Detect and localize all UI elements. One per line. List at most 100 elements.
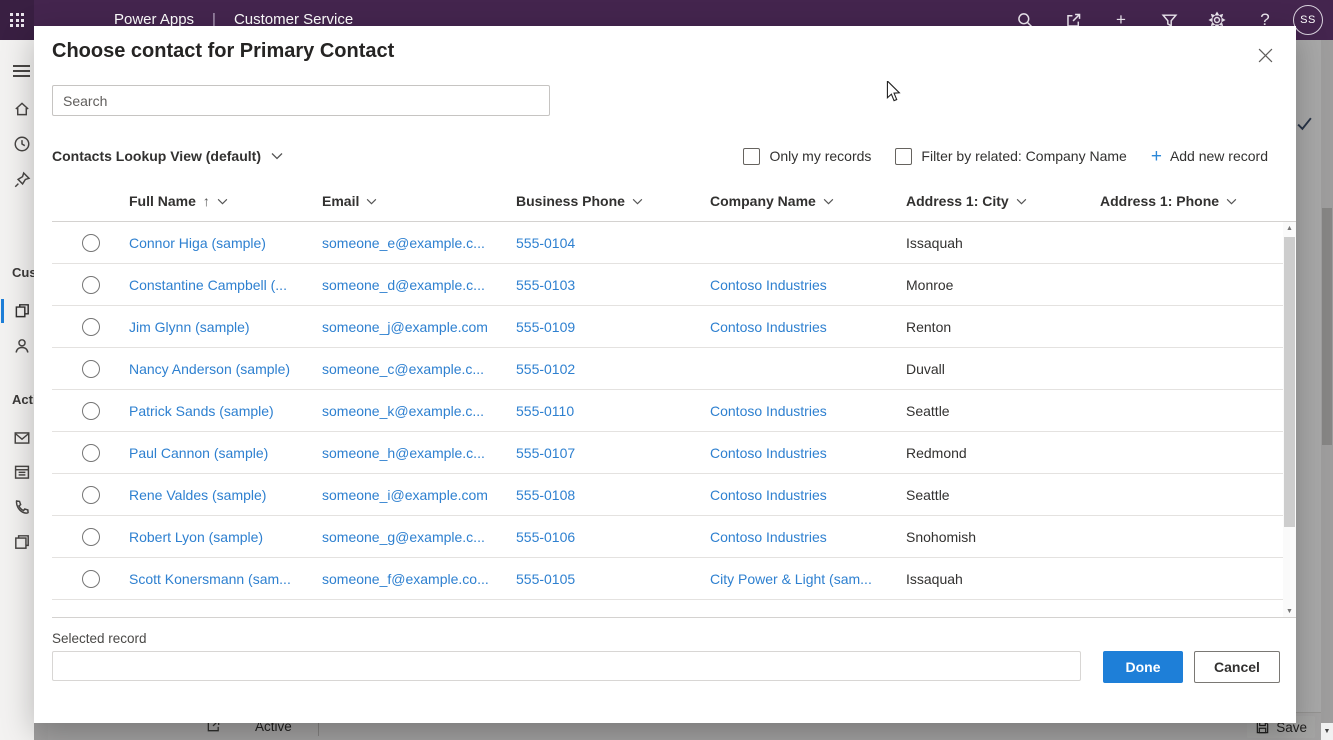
email-link[interactable]: someone_k@example.c... — [322, 403, 516, 419]
done-button[interactable]: Done — [1103, 651, 1183, 683]
cancel-button[interactable]: Cancel — [1194, 651, 1280, 683]
chevron-down-icon[interactable] — [632, 198, 643, 205]
full-name-link[interactable]: Patrick Sands (sample) — [129, 403, 322, 419]
email-link[interactable]: someone_h@example.c... — [322, 445, 516, 461]
chevron-down-icon[interactable] — [823, 198, 834, 205]
sort-ascending-icon: ↑ — [203, 193, 210, 209]
column-header[interactable]: Address 1: City — [906, 193, 1100, 209]
email-link[interactable]: someone_f@example.co... — [322, 571, 516, 587]
user-avatar[interactable]: SS — [1293, 5, 1323, 35]
business-phone-link[interactable]: 555-0103 — [516, 277, 710, 293]
city-text: Monroe — [906, 277, 1100, 293]
email-link[interactable]: someone_i@example.com — [322, 487, 516, 503]
selected-record-label: Selected record — [52, 631, 147, 646]
chevron-down-icon — [271, 152, 283, 160]
table-body: Connor Higa (sample) someone_e@example.c… — [52, 222, 1296, 618]
grid-scroll-down-arrow[interactable]: ▼ — [1283, 608, 1296, 615]
business-phone-link[interactable]: 555-0102 — [516, 361, 710, 377]
full-name-link[interactable]: Connor Higa (sample) — [129, 235, 322, 251]
only-my-records-checkbox[interactable]: Only my records — [743, 148, 871, 165]
row-radio-button[interactable] — [82, 276, 100, 294]
column-header[interactable]: Business Phone — [516, 193, 710, 209]
add-new-record-button[interactable]: + Add new record — [1151, 147, 1268, 166]
filter-by-related-checkbox[interactable]: Filter by related: Company Name — [895, 148, 1126, 165]
column-header[interactable]: Company Name — [710, 193, 906, 209]
dialog-title: Choose contact for Primary Contact — [52, 40, 394, 63]
page-scroll-down-arrow: ▼ — [1321, 723, 1333, 740]
city-text: Issaquah — [906, 571, 1100, 587]
row-radio-button[interactable] — [82, 234, 100, 252]
email-link[interactable]: someone_c@example.c... — [322, 361, 516, 377]
column-header[interactable]: Email — [322, 193, 516, 209]
grid-scrollbar-thumb[interactable] — [1284, 237, 1295, 527]
business-phone-link[interactable]: 555-0110 — [516, 403, 710, 419]
app-launcher-icon[interactable] — [0, 0, 34, 40]
city-text: Issaquah — [906, 235, 1100, 251]
column-header[interactable]: Full Name ↑ — [129, 193, 322, 209]
company-name-link[interactable]: Contoso Industries — [710, 487, 906, 503]
city-text: Snohomish — [906, 529, 1100, 545]
business-phone-link[interactable]: 555-0109 — [516, 319, 710, 335]
company-name-link[interactable]: City Power & Light (sam... — [710, 571, 906, 587]
city-text: Redmond — [906, 445, 1100, 461]
row-radio-button[interactable] — [82, 570, 100, 588]
chevron-down-icon[interactable] — [1016, 198, 1027, 205]
row-radio-button[interactable] — [82, 528, 100, 546]
full-name-link[interactable]: Paul Cannon (sample) — [129, 445, 322, 461]
search-input[interactable] — [52, 85, 550, 116]
table-header-row: Full Name ↑ Email Business Phone Company… — [52, 181, 1296, 222]
full-name-link[interactable]: Nancy Anderson (sample) — [129, 361, 322, 377]
lookup-results-grid: Full Name ↑ Email Business Phone Company… — [52, 181, 1296, 618]
grid-scroll-up-arrow[interactable]: ▲ — [1283, 225, 1296, 232]
row-radio-button[interactable] — [82, 318, 100, 336]
table-row[interactable]: Patrick Sands (sample) someone_k@example… — [52, 390, 1296, 432]
column-header[interactable]: Address 1: Phone — [1100, 193, 1296, 209]
chevron-down-icon[interactable] — [217, 198, 228, 205]
full-name-link[interactable]: Scott Konersmann (sam... — [129, 571, 322, 587]
company-name-link[interactable]: Contoso Industries — [710, 529, 906, 545]
city-text: Seattle — [906, 403, 1100, 419]
company-name-link[interactable]: Contoso Industries — [710, 277, 906, 293]
business-phone-link[interactable]: 555-0105 — [516, 571, 710, 587]
plus-icon: + — [1151, 147, 1162, 166]
table-row[interactable]: Paul Cannon (sample) someone_h@example.c… — [52, 432, 1296, 474]
full-name-link[interactable]: Rene Valdes (sample) — [129, 487, 322, 503]
city-text: Seattle — [906, 487, 1100, 503]
email-link[interactable]: someone_j@example.com — [322, 319, 516, 335]
chevron-down-icon[interactable] — [366, 198, 377, 205]
selected-record-input[interactable] — [52, 651, 1081, 681]
company-name-link[interactable]: Contoso Industries — [710, 403, 906, 419]
row-radio-button[interactable] — [82, 402, 100, 420]
table-row[interactable]: Nancy Anderson (sample) someone_c@exampl… — [52, 348, 1296, 390]
row-radio-button[interactable] — [82, 360, 100, 378]
checkbox-box[interactable] — [743, 148, 760, 165]
business-phone-link[interactable]: 555-0107 — [516, 445, 710, 461]
company-name-link[interactable]: Contoso Industries — [710, 319, 906, 335]
business-phone-link[interactable]: 555-0108 — [516, 487, 710, 503]
close-icon[interactable] — [1254, 44, 1276, 66]
email-link[interactable]: someone_e@example.c... — [322, 235, 516, 251]
lookup-dialog: Choose contact for Primary Contact Conta… — [34, 26, 1296, 723]
selected-indicator — [1, 299, 4, 323]
row-radio-button[interactable] — [82, 486, 100, 504]
table-row[interactable]: Connor Higa (sample) someone_e@example.c… — [52, 222, 1296, 264]
business-phone-link[interactable]: 555-0106 — [516, 529, 710, 545]
table-row[interactable]: Rene Valdes (sample) someone_i@example.c… — [52, 474, 1296, 516]
full-name-link[interactable]: Jim Glynn (sample) — [129, 319, 322, 335]
table-row[interactable]: Constantine Campbell (... someone_d@exam… — [52, 264, 1296, 306]
row-radio-button[interactable] — [82, 444, 100, 462]
email-link[interactable]: someone_g@example.c... — [322, 529, 516, 545]
chevron-down-icon[interactable] — [1226, 198, 1237, 205]
sidebar-group-activities: Acti — [12, 392, 37, 407]
checkbox-box[interactable] — [895, 148, 912, 165]
full-name-link[interactable]: Constantine Campbell (... — [129, 277, 322, 293]
grid-scrollbar[interactable]: ▲ ▼ — [1283, 222, 1296, 618]
table-row[interactable]: Jim Glynn (sample) someone_j@example.com… — [52, 306, 1296, 348]
table-row[interactable]: Robert Lyon (sample) someone_g@example.c… — [52, 516, 1296, 558]
email-link[interactable]: someone_d@example.c... — [322, 277, 516, 293]
business-phone-link[interactable]: 555-0104 — [516, 235, 710, 251]
company-name-link[interactable]: Contoso Industries — [710, 445, 906, 461]
table-row[interactable]: Scott Konersmann (sam... someone_f@examp… — [52, 558, 1296, 600]
full-name-link[interactable]: Robert Lyon (sample) — [129, 529, 322, 545]
view-selector[interactable]: Contacts Lookup View (default) — [52, 148, 283, 164]
